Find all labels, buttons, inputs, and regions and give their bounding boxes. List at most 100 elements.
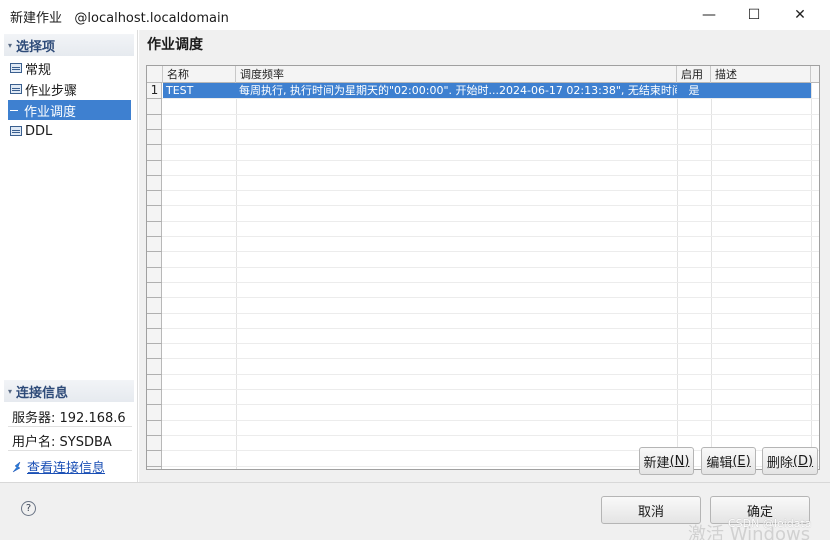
- cell-frequency[interactable]: 每周执行, 执行时间为星期天的"02:00:00". 开始时...2024-06…: [236, 83, 677, 98]
- connection-header-label: 连接信息: [16, 385, 69, 401]
- delete-button[interactable]: 删除 (D): [762, 447, 818, 475]
- table-header: 名称 调度频率 启用 描述: [147, 66, 819, 83]
- grid-line: [677, 83, 678, 469]
- maximize-icon: ☐: [747, 7, 761, 23]
- page-title: 作业调度: [147, 37, 203, 53]
- row-number[interactable]: 1: [147, 83, 162, 97]
- connection-section-header[interactable]: ▾ 连接信息: [4, 380, 134, 402]
- row-header-divider: [147, 313, 162, 314]
- view-connection-label: 查看连接信息: [27, 461, 106, 476]
- grid-line: [147, 328, 819, 329]
- connection-icon: [12, 460, 22, 473]
- row-header-divider: [147, 144, 162, 145]
- title-bar: 新建作业 @localhost.localdomain — ☐ ✕: [0, 0, 830, 30]
- row-header-divider: [147, 160, 162, 161]
- grid-line: [811, 83, 812, 469]
- cell-name[interactable]: TEST: [163, 83, 236, 98]
- row-header-divider: [147, 251, 162, 252]
- row-header-divider: [147, 282, 162, 283]
- row-header-divider: [147, 98, 162, 99]
- dash-icon: [10, 109, 18, 111]
- row-header-divider: [147, 129, 162, 130]
- sidebar-item-label: 作业调度: [24, 104, 77, 120]
- close-icon: ✕: [794, 7, 806, 23]
- edit-button[interactable]: 编辑 (E): [701, 447, 756, 475]
- new-button[interactable]: 新建 (N): [639, 447, 694, 475]
- sidebar-item-label: 常规: [25, 62, 52, 78]
- csdn-watermark: CSDN @leidata: [728, 517, 812, 530]
- grid-line: [147, 282, 819, 283]
- cell-description[interactable]: [711, 83, 811, 98]
- row-header-divider: [147, 175, 162, 176]
- column-header-name[interactable]: 名称: [163, 66, 236, 83]
- grid-line: [147, 267, 819, 268]
- row-header-divider: [147, 450, 162, 451]
- grid-line: [147, 420, 819, 421]
- row-header-column: [147, 83, 162, 469]
- grid-line: [147, 343, 819, 344]
- new-button-label: 新建: [643, 455, 670, 471]
- schedule-table[interactable]: 名称 调度频率 启用 描述 1 TEST 每周执行, 执行时间为星期天的"02:…: [146, 65, 820, 470]
- sidebar-item-job-schedule[interactable]: 作业调度: [8, 100, 131, 120]
- grid-line: [147, 435, 819, 436]
- minimize-icon: —: [702, 7, 716, 23]
- cell-enabled[interactable]: 是: [677, 83, 711, 98]
- row-header-divider: [147, 389, 162, 390]
- column-header-description[interactable]: 描述: [711, 66, 811, 83]
- row-header-corner: [147, 66, 163, 83]
- chevron-down-icon: ▾: [8, 386, 13, 396]
- grid-line: [147, 190, 819, 191]
- grid-line: [711, 83, 712, 469]
- row-header-divider: [147, 328, 162, 329]
- row-header-divider: [147, 236, 162, 237]
- sidebar: ▾ 选择项 常规 作业步骤 作业调度 DDL ▾ 连接信息 服务器: 192.1…: [0, 30, 138, 482]
- grid-line: [236, 83, 237, 469]
- grid-line: [147, 251, 819, 252]
- sidebar-item-job-steps[interactable]: 作业步骤: [8, 79, 131, 99]
- options-section-header[interactable]: ▾ 选择项: [4, 34, 134, 56]
- edit-shortcut: (E): [732, 453, 751, 469]
- server-info: 服务器: 192.168.6: [12, 411, 126, 426]
- row-header-divider: [147, 297, 162, 298]
- chevron-down-icon: ▾: [8, 40, 13, 50]
- row-header-divider: [147, 466, 162, 467]
- row-header-divider: [147, 343, 162, 344]
- row-header-divider: [147, 404, 162, 405]
- column-header-enabled[interactable]: 启用: [677, 66, 711, 83]
- sidebar-item-label: 作业步骤: [25, 83, 78, 99]
- row-header-divider: [147, 190, 162, 191]
- grid-line: [147, 404, 819, 405]
- grid-line: [147, 297, 819, 298]
- grid-line: [147, 129, 819, 130]
- grid-line: [147, 221, 819, 222]
- grid-line: [147, 374, 819, 375]
- user-info: 用户名: SYSDBA: [12, 435, 112, 450]
- grid-line: [147, 313, 819, 314]
- minimize-button[interactable]: —: [686, 0, 732, 30]
- grid-line: [147, 236, 819, 237]
- table-row[interactable]: TEST 每周执行, 执行时间为星期天的"02:00:00". 开始时...20…: [163, 83, 811, 98]
- edit-button-label: 编辑: [706, 455, 733, 471]
- cancel-button[interactable]: 取消: [601, 496, 701, 524]
- divider: [8, 426, 132, 427]
- form-icon: [10, 84, 22, 94]
- grid-line: [147, 358, 819, 359]
- options-header-label: 选择项: [16, 39, 56, 55]
- row-header-divider: [147, 267, 162, 268]
- grid-line: [147, 160, 819, 161]
- help-icon[interactable]: ?: [21, 501, 36, 516]
- delete-shortcut: (D): [792, 453, 814, 469]
- grid-line: [147, 175, 819, 176]
- divider: [8, 450, 132, 451]
- delete-button-label: 删除: [766, 455, 793, 471]
- view-connection-link[interactable]: 查看连接信息: [12, 457, 105, 476]
- form-icon: [10, 63, 22, 73]
- grid-line: [147, 205, 819, 206]
- sidebar-item-general[interactable]: 常规: [8, 58, 131, 78]
- sidebar-item-ddl[interactable]: DDL: [8, 121, 131, 141]
- column-header-frequency[interactable]: 调度频率: [236, 66, 677, 83]
- row-header-divider: [147, 114, 162, 115]
- new-shortcut: (N): [669, 453, 690, 469]
- maximize-button[interactable]: ☐: [731, 0, 777, 30]
- close-button[interactable]: ✕: [777, 0, 823, 30]
